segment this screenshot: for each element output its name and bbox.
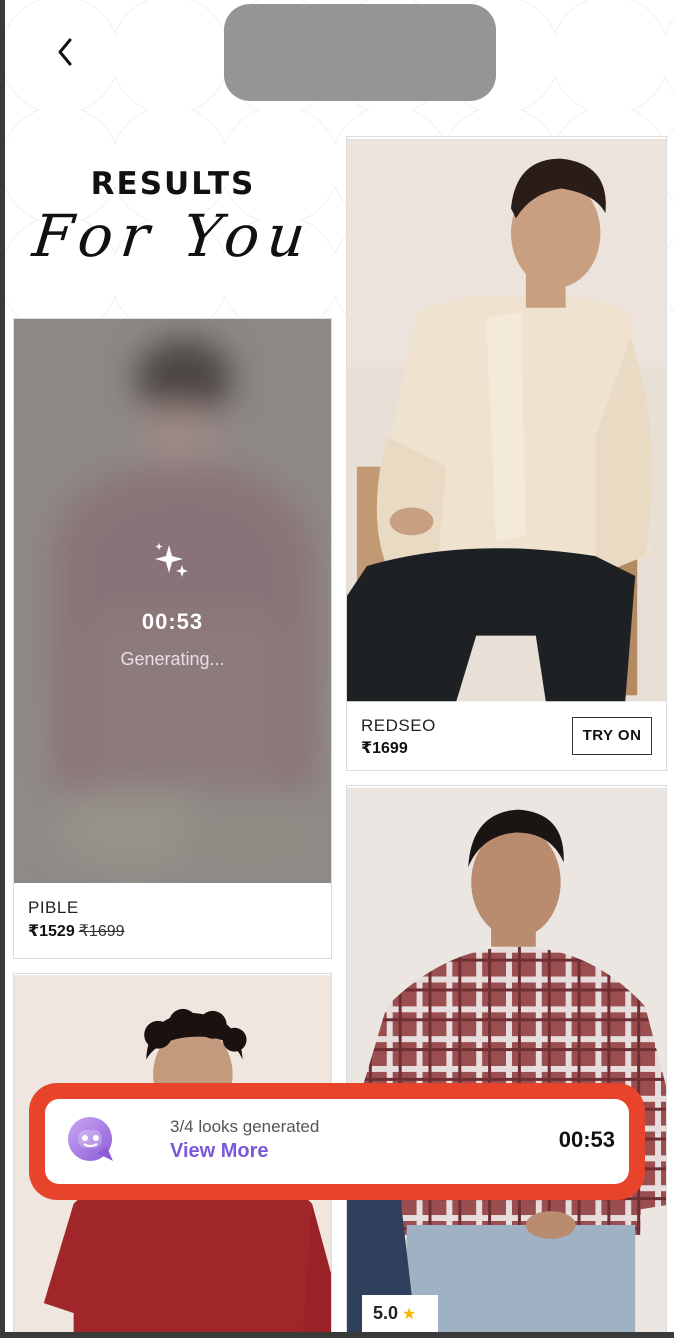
page-subtitle: For You	[29, 202, 317, 270]
looks-generated-toast[interactable]: 3/4 looks generated View More 00:53	[45, 1099, 629, 1184]
product-card-redseo[interactable]: REDSEO ₹1699 TRY ON	[346, 136, 667, 771]
rating-badge: 5.0 ★	[362, 1295, 438, 1332]
product-brand: PIBLE	[28, 898, 79, 917]
original-price: ₹1699	[78, 923, 125, 940]
generating-status: Generating...	[120, 649, 225, 669]
toast-highlight: 3/4 looks generated View More 00:53	[29, 1083, 645, 1200]
product-image	[347, 787, 666, 1337]
product-info: REDSEO ₹1699 TRY ON	[347, 703, 666, 770]
toast-timer: 00:53	[558, 1127, 615, 1152]
product-card-plaid-shirt[interactable]	[346, 785, 667, 1338]
product-price: ₹1529 ₹1699	[28, 921, 125, 941]
looks-progress-text: 3/4 looks generated	[170, 1117, 320, 1136]
product-info: PIBLE ₹1529 ₹1699	[14, 883, 331, 958]
try-on-button[interactable]: TRY ON	[572, 717, 652, 755]
frame-edge-bottom	[0, 1332, 674, 1338]
view-more-link[interactable]: View More	[170, 1140, 269, 1163]
product-price: ₹1699	[361, 740, 408, 757]
generation-timer: 00:53	[141, 609, 204, 634]
chat-bot-icon	[68, 1117, 113, 1161]
back-button[interactable]	[48, 30, 84, 74]
sale-price: ₹1529	[28, 923, 75, 940]
product-card-generating[interactable]: 00:53 Generating... PIBLE ₹1529 ₹1699	[13, 318, 332, 959]
product-image	[347, 138, 666, 702]
blurred-preview-image	[14, 319, 331, 883]
rating-value: 5.0	[373, 1303, 399, 1323]
product-brand: REDSEO	[361, 716, 436, 735]
chevron-left-icon	[58, 38, 72, 66]
page-title: RESULTS	[90, 166, 256, 202]
star-icon: ★	[402, 1306, 417, 1323]
sparkle-icon	[155, 543, 188, 577]
redacted-header-pill	[224, 4, 496, 101]
generating-preview: 00:53 Generating...	[14, 319, 331, 883]
